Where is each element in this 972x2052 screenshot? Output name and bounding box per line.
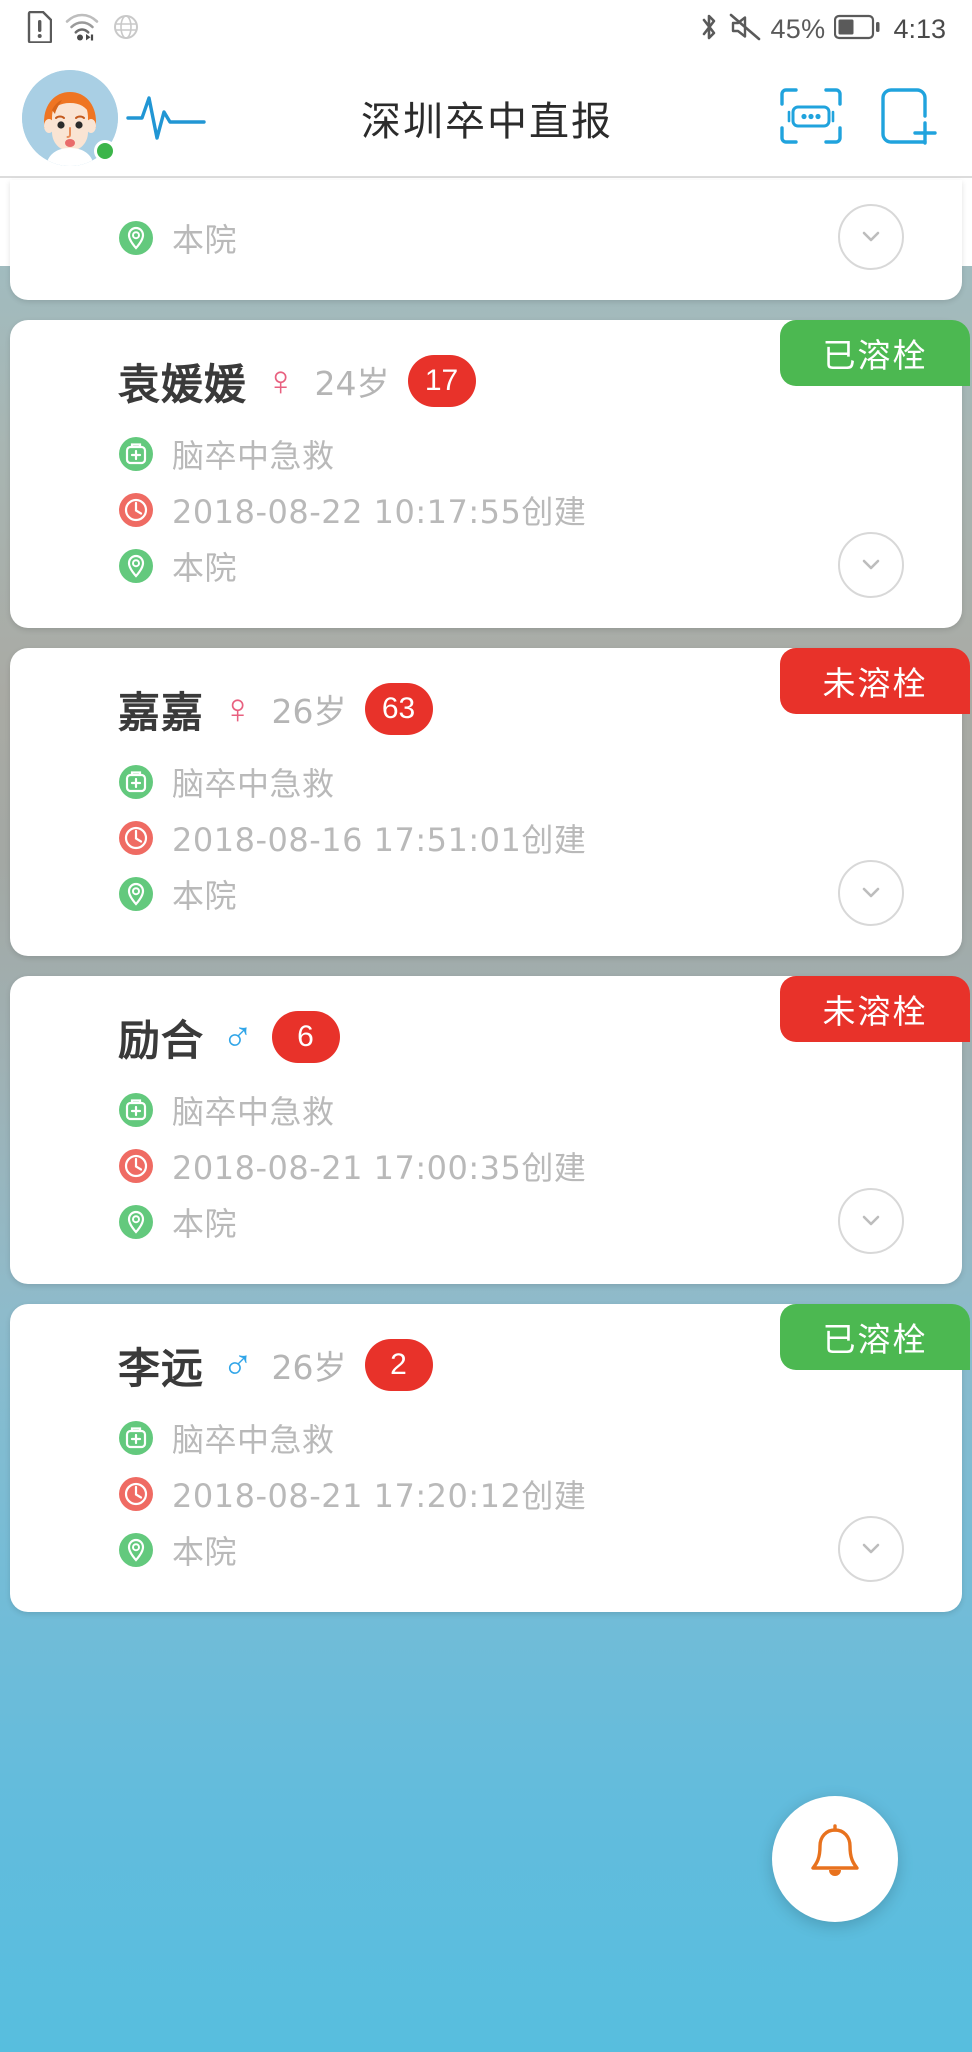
gender-male-icon: ♂: [222, 1344, 254, 1386]
notification-fab[interactable]: [772, 1796, 898, 1922]
patient-card[interactable]: 未溶栓 嘉嘉 ♀ 26岁 63 脑卒中急救 2018-08-16 17:51:0…: [10, 648, 962, 956]
location-row: 本院: [10, 1194, 962, 1250]
patient-name: 袁媛媛: [118, 351, 247, 412]
department-label: 脑卒中急救: [172, 431, 335, 477]
clock-icon: [118, 492, 154, 528]
department-row: 脑卒中急救: [10, 754, 962, 810]
chevron-down-icon: [854, 1532, 888, 1566]
medkit-icon: [118, 1420, 154, 1456]
bluetooth-icon: [698, 11, 720, 48]
location-label: 本院: [172, 1199, 237, 1245]
patient-age: 26岁: [272, 685, 347, 733]
department-label: 脑卒中急救: [172, 759, 335, 805]
created-time-label: 2018-08-21 17:20:12创建: [172, 1471, 586, 1517]
status-badge: 已溶栓: [780, 1304, 970, 1370]
sim-alert-icon: [26, 11, 52, 48]
location-pin-icon: [118, 1532, 154, 1568]
location-label: 本院: [172, 215, 237, 261]
location-row: 本院: [10, 1522, 962, 1578]
medkit-icon: [118, 764, 154, 800]
department-row: 脑卒中急救: [10, 1082, 962, 1138]
app-header: 深圳卒中直报: [0, 58, 972, 178]
mute-icon: [729, 12, 761, 47]
expand-card-button[interactable]: [838, 1188, 904, 1254]
expand-card-button[interactable]: [838, 532, 904, 598]
created-time-row: 2018-08-21 17:00:35创建: [10, 1138, 962, 1194]
patient-card[interactable]: 本院: [10, 180, 962, 300]
chevron-down-icon: [854, 548, 888, 582]
pulse-line-icon: [126, 88, 206, 149]
expand-card-button[interactable]: [838, 1516, 904, 1582]
created-time-row: 2018-08-22 10:17:55创建: [10, 482, 962, 538]
department-label: 脑卒中急救: [172, 1415, 335, 1461]
patient-age: 26岁: [272, 1341, 347, 1389]
wifi-icon: [65, 12, 99, 47]
battery-icon: [834, 14, 880, 45]
header-actions: [778, 85, 940, 152]
chevron-down-icon: [854, 220, 888, 254]
patient-name: 李远: [118, 1335, 204, 1396]
online-status-dot: [94, 140, 116, 162]
add-case-icon[interactable]: [878, 85, 940, 152]
chevron-down-icon: [854, 1204, 888, 1238]
created-time-row: 2018-08-16 17:51:01创建: [10, 810, 962, 866]
location-label: 本院: [172, 543, 237, 589]
patient-card[interactable]: 已溶栓 李远 ♂ 26岁 2 脑卒中急救 2018-08-21 17:20:12…: [10, 1304, 962, 1612]
location-pin-icon: [118, 1204, 154, 1240]
clock-icon: [118, 820, 154, 856]
patient-name: 嘉嘉: [118, 679, 204, 740]
page-title: 深圳卒中直报: [196, 89, 778, 147]
clock-icon: [118, 1476, 154, 1512]
bell-icon: [802, 1822, 868, 1897]
created-time-row: 2018-08-21 17:20:12创建: [10, 1466, 962, 1522]
battery-percent-label: 45%: [770, 14, 825, 45]
department-label: 脑卒中急救: [172, 1087, 335, 1133]
created-time-label: 2018-08-22 10:17:55创建: [172, 487, 586, 533]
patient-age: 24岁: [315, 357, 390, 405]
gender-female-icon: ♀: [222, 688, 254, 730]
location-row: 本院: [10, 866, 962, 922]
location-label: 本院: [172, 871, 237, 917]
medkit-icon: [118, 436, 154, 472]
department-row: 脑卒中急救: [10, 1410, 962, 1466]
avatar[interactable]: [22, 70, 118, 166]
location-pin-icon: [118, 876, 154, 912]
location-row: 本院: [10, 538, 962, 594]
globe-app-icon: [112, 12, 140, 47]
expand-card-button[interactable]: [838, 860, 904, 926]
gender-female-icon: ♀: [265, 360, 297, 402]
status-bar-left-icons: [26, 11, 140, 48]
status-badge: 未溶栓: [780, 648, 970, 714]
status-bar: 45% 4:13: [0, 0, 972, 58]
department-row: 脑卒中急救: [10, 426, 962, 482]
case-count-badge: 63: [365, 683, 433, 735]
case-count-badge: 2: [365, 1339, 433, 1391]
gender-male-icon: ♂: [222, 1016, 254, 1058]
location-pin-icon: [118, 220, 154, 256]
created-time-label: 2018-08-21 17:00:35创建: [172, 1143, 586, 1189]
header-divider: [0, 176, 972, 178]
clock-icon: [118, 1148, 154, 1184]
case-count-badge: 6: [272, 1011, 340, 1063]
status-bar-right-icons: 45% 4:13: [698, 11, 946, 48]
status-badge: 未溶栓: [780, 976, 970, 1042]
chevron-down-icon: [854, 876, 888, 910]
location-pin-icon: [118, 548, 154, 584]
case-count-badge: 17: [408, 355, 476, 407]
clock-label: 4:13: [893, 14, 946, 45]
status-badge: 已溶栓: [780, 320, 970, 386]
medkit-icon: [118, 1092, 154, 1128]
location-row: 本院: [10, 210, 962, 266]
scan-code-icon[interactable]: [778, 86, 844, 151]
patient-card[interactable]: 已溶栓 袁媛媛 ♀ 24岁 17 脑卒中急救 2018-08-22 10:17:…: [10, 320, 962, 628]
patient-card[interactable]: 未溶栓 励合 ♂ 6 脑卒中急救 2018-08-21 17:00:35创建 本…: [10, 976, 962, 1284]
patient-list[interactable]: 本院 已溶栓 袁媛媛 ♀ 24岁 17 脑卒中急救 2018-08-22 10:…: [0, 266, 972, 2052]
location-label: 本院: [172, 1527, 237, 1573]
patient-name: 励合: [118, 1007, 204, 1068]
expand-card-button[interactable]: [838, 204, 904, 270]
created-time-label: 2018-08-16 17:51:01创建: [172, 815, 586, 861]
